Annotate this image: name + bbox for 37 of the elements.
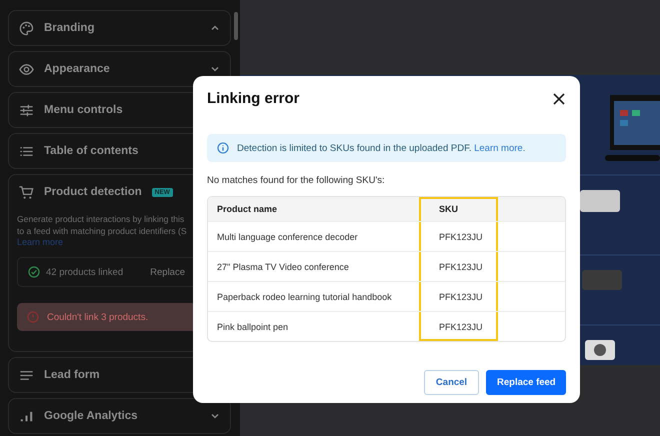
palette-icon (19, 20, 34, 36)
eye-icon (19, 62, 34, 76)
alert-icon (27, 311, 39, 323)
column-header: Product name (216, 203, 278, 216)
cancel-button[interactable]: Cancel (424, 370, 479, 395)
error-text: Couldn't link 3 products. (47, 312, 148, 322)
section-title[interactable]: Branding (44, 22, 94, 34)
intro-text: No matches found for the following SKU's: (207, 175, 386, 186)
close-icon (552, 92, 566, 106)
sliders-icon (19, 102, 34, 118)
section-title[interactable]: Lead form (44, 369, 100, 381)
table-cell: PFK123JU (419, 282, 498, 311)
section-title[interactable]: Appearance (44, 63, 110, 75)
table-cell-text: 27" Plasma TV Video conference (216, 260, 350, 274)
learn-more-link[interactable]: Learn more. (474, 142, 526, 154)
replace-link[interactable]: Replace (150, 266, 185, 278)
table-cell-text: Paperback rodeo learning tutorial handbook (216, 290, 393, 304)
scrollbar[interactable] (234, 12, 238, 40)
table-cell: PFK123JU (419, 252, 498, 281)
section-title[interactable]: Product detection (44, 186, 142, 198)
section-title[interactable]: Menu controls (44, 104, 123, 116)
info-text: Detection is limited to SKUs found in the uploaded PDF. Learn more. (237, 142, 526, 154)
close-button[interactable] (552, 92, 566, 106)
section-title[interactable]: Table of contents (44, 145, 138, 157)
section-title[interactable]: Google Analytics (44, 410, 138, 422)
table-cell-text: Multi language conference decoder (216, 230, 359, 244)
column-header: SKU (419, 197, 498, 221)
replace-feed-button[interactable]: Replace feed (486, 370, 566, 395)
check-circle-icon (28, 266, 40, 278)
table-cell: PFK123JU (419, 312, 498, 341)
cart-icon (19, 184, 34, 200)
info-icon (217, 142, 229, 154)
description-text: Generate product interactions by linking this (17, 213, 186, 225)
dialog-title: Linking error (207, 90, 300, 107)
table-cell-text: Pink ballpoint pen (216, 320, 290, 334)
linked-count: 42 products linked (46, 266, 124, 278)
table-cell: PFK123JU (419, 222, 498, 251)
